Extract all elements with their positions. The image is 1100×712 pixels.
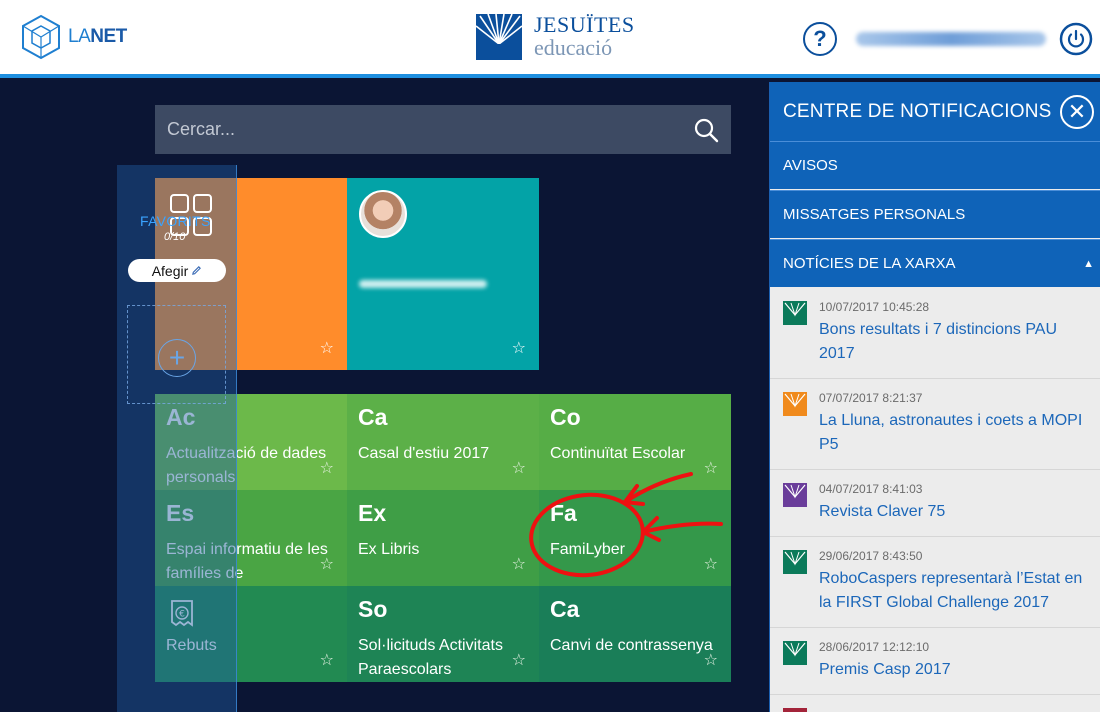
news-title[interactable]: Bons resultats i 7 distincions PAU 2017 xyxy=(819,318,1094,366)
star-icon[interactable]: ☆ xyxy=(512,554,526,574)
news-item[interactable]: 07/07/2017 8:21:37 La Lluna, astronautes… xyxy=(770,379,1100,470)
tile-name: FamiLyber xyxy=(550,541,625,558)
top-header: LANET JESUÏTES educació ? xyxy=(0,0,1100,78)
star-icon[interactable]: ☆ xyxy=(320,458,334,478)
jesuites-sunburst-icon xyxy=(476,14,522,60)
star-icon[interactable]: ☆ xyxy=(704,554,718,574)
news-date: 07/07/2017 8:21:37 xyxy=(819,391,923,405)
news-item-partial[interactable] xyxy=(770,695,1100,712)
user-name-blurred[interactable] xyxy=(856,32,1046,46)
lanet-logo-text: LANET xyxy=(68,26,127,47)
app-tile-sollicituds[interactable]: So Sol·licituds Activitats Paraescolars … xyxy=(347,586,539,682)
star-icon[interactable]: ☆ xyxy=(320,650,334,670)
lanet-logo[interactable]: LANET xyxy=(20,14,127,60)
school-logo-icon xyxy=(783,483,807,507)
news-item[interactable]: 04/07/2017 8:41:03 Revista Claver 75 xyxy=(770,470,1100,537)
app-tile-familyber[interactable]: Fa FamiLyber ☆ xyxy=(539,490,731,586)
search-input[interactable] xyxy=(155,105,731,154)
profile-tile[interactable]: ☆ xyxy=(347,178,539,370)
news-date: 10/07/2017 10:45:28 xyxy=(819,300,930,314)
profile-name-blurred xyxy=(359,280,487,288)
jesuites-logo[interactable]: JESUÏTES educació xyxy=(476,14,635,60)
star-icon[interactable]: ☆ xyxy=(512,458,526,478)
tile-name: Sol·licituds Activitats Paraescolars xyxy=(358,637,503,678)
favorites-title: FAVORITS xyxy=(140,213,211,229)
notifications-title: CENTRE DE NOTIFICACIONS xyxy=(783,101,1052,122)
news-title[interactable]: La Lluna, astronautes i coets a MOPI P5 xyxy=(819,409,1094,457)
section-label: MISSATGES PERSONALS xyxy=(783,206,966,223)
tile-abbr: Ca xyxy=(358,404,388,430)
lanet-hexagon-icon xyxy=(22,14,60,60)
star-icon[interactable]: ☆ xyxy=(320,554,334,574)
news-item[interactable]: 10/07/2017 10:45:28 Bons resultats i 7 d… xyxy=(770,288,1100,379)
school-logo-icon xyxy=(783,641,807,665)
pencil-icon xyxy=(192,266,202,275)
tile-abbr: Ca xyxy=(550,596,580,622)
app-tile-casal[interactable]: Ca Casal d'estiu 2017 ☆ xyxy=(347,394,539,490)
plus-circle-icon[interactable]: + xyxy=(158,339,196,377)
power-icon[interactable] xyxy=(1059,22,1093,56)
tile-abbr: Co xyxy=(550,404,581,430)
app-tile-ex-libris[interactable]: Ex Ex Libris ☆ xyxy=(347,490,539,586)
tile-name: Canvi de contrassenya xyxy=(550,637,713,654)
tile-name: Casal d'estiu 2017 xyxy=(358,445,490,462)
section-missatges-personals[interactable]: MISSATGES PERSONALS xyxy=(770,190,1100,238)
news-date: 29/06/2017 8:43:50 xyxy=(819,549,923,563)
news-date: 04/07/2017 8:41:03 xyxy=(819,482,923,496)
favorites-count: 0/10 xyxy=(164,231,186,243)
tile-abbr: Fa xyxy=(550,500,577,526)
news-title[interactable]: RoboCaspers representarà l’Estat en la F… xyxy=(819,567,1094,615)
star-icon[interactable]: ☆ xyxy=(512,338,526,358)
star-icon[interactable]: ☆ xyxy=(704,650,718,670)
app-tile-continuitat[interactable]: Co Continuïtat Escolar ☆ xyxy=(539,394,731,490)
notifications-header: CENTRE DE NOTIFICACIONS ✕ xyxy=(770,82,1100,141)
tile-name: Continuïtat Escolar xyxy=(550,445,686,462)
news-item[interactable]: 28/06/2017 12:12:10 Premis Casp 2017 xyxy=(770,628,1100,695)
question-circle-icon[interactable]: ? xyxy=(803,22,837,56)
search-bar xyxy=(155,105,731,154)
tile-name: Ex Libris xyxy=(358,541,420,558)
star-icon[interactable]: ☆ xyxy=(704,458,718,478)
section-label: NOTÍCIES DE LA XARXA xyxy=(783,255,956,272)
school-logo-icon xyxy=(783,708,807,712)
close-icon[interactable]: ✕ xyxy=(1060,95,1094,129)
favorite-drop-zone[interactable]: + xyxy=(127,305,226,404)
section-label: AVISOS xyxy=(783,157,838,174)
news-item[interactable]: 29/06/2017 8:43:50 RoboCaspers represent… xyxy=(770,537,1100,628)
add-favorite-label: Afegir xyxy=(151,262,189,279)
app-tile-canvi-contrassenya[interactable]: Ca Canvi de contrassenya ☆ xyxy=(539,586,731,682)
school-logo-icon xyxy=(783,392,807,416)
star-icon[interactable]: ☆ xyxy=(320,338,334,358)
tile-abbr: Ex xyxy=(358,500,387,526)
news-title[interactable]: Revista Claver 75 xyxy=(819,500,1094,524)
school-logo-icon xyxy=(783,550,807,574)
star-icon[interactable]: ☆ xyxy=(512,650,526,670)
collapse-arrow-icon[interactable]: ▲ xyxy=(1083,258,1094,270)
section-noticies-xarxa[interactable]: NOTÍCIES DE LA XARXA ▲ xyxy=(770,239,1100,287)
school-logo-icon xyxy=(783,301,807,325)
avatar xyxy=(359,190,407,238)
news-title[interactable]: Premis Casp 2017 xyxy=(819,658,1094,682)
add-favorite-button[interactable]: Afegir xyxy=(128,259,226,282)
section-avisos[interactable]: AVISOS xyxy=(770,141,1100,189)
favorites-panel: FAVORITS 0/10 Afegir + xyxy=(117,165,237,712)
news-date: 28/06/2017 12:12:10 xyxy=(819,640,930,654)
tile-abbr: So xyxy=(358,596,388,622)
notifications-panel: CENTRE DE NOTIFICACIONS ✕ AVISOS MISSATG… xyxy=(769,82,1100,712)
search-icon[interactable] xyxy=(693,117,719,143)
jesuites-logo-text: JESUÏTES educació xyxy=(534,12,635,60)
